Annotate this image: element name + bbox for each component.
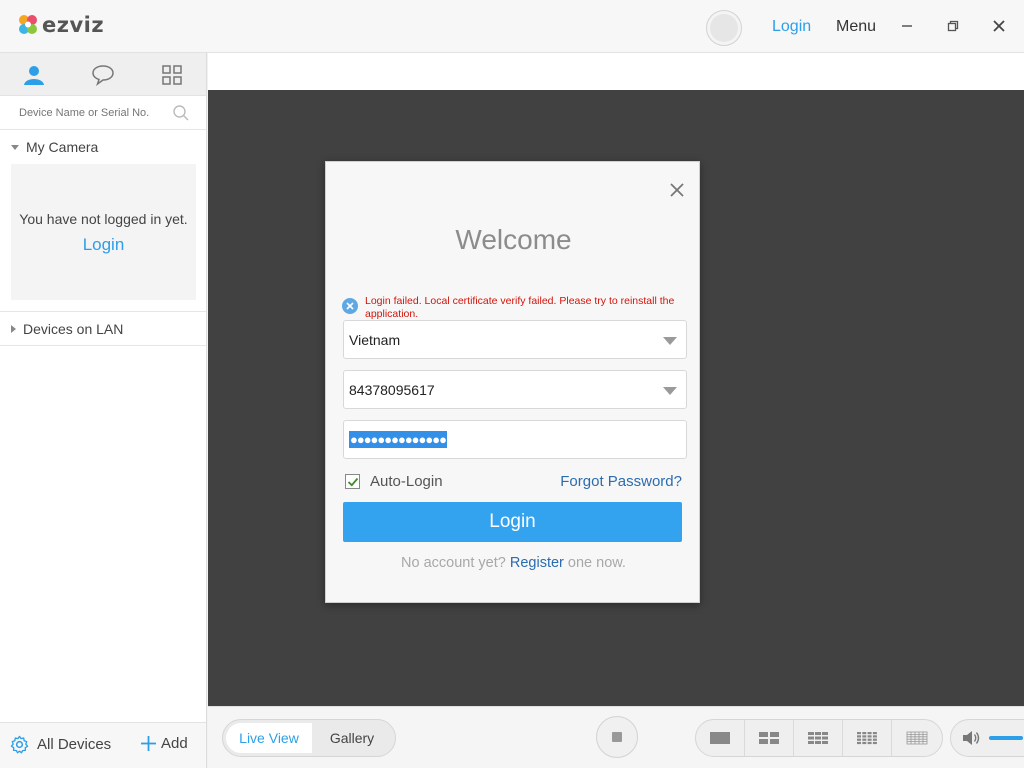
minimize-icon	[902, 25, 912, 27]
user-icon	[24, 65, 45, 85]
devices-on-lan-group[interactable]: Devices on LAN	[0, 312, 206, 346]
app-logo-text: ezviz	[42, 13, 105, 37]
volume-control[interactable]	[950, 719, 1024, 757]
app-logo: ezviz	[16, 13, 104, 37]
country-value: Vietnam	[349, 331, 401, 348]
tab-devices[interactable]	[0, 53, 69, 96]
dropdown-arrow-icon	[663, 337, 677, 345]
dropdown-arrow-icon	[663, 387, 677, 395]
titlebar-login-link[interactable]: Login	[772, 18, 811, 36]
not-logged-text: You have not logged in yet.	[19, 211, 188, 227]
sidebar: My Camera You have not logged in yet. Lo…	[0, 53, 207, 768]
password-input[interactable]: ●●●●●●●●●●●●●●	[343, 420, 687, 459]
auto-login-checkbox[interactable]	[345, 474, 360, 489]
gallery-tab[interactable]: Gallery	[312, 723, 392, 753]
dialog-close-button[interactable]	[669, 182, 687, 200]
volume-slider[interactable]	[989, 736, 1023, 740]
register-link[interactable]: Register	[510, 555, 564, 571]
caret-down-icon	[11, 144, 19, 150]
layout-sixteen-icon	[857, 732, 877, 745]
search-input[interactable]	[8, 103, 168, 123]
stop-icon	[612, 732, 622, 742]
register-prefix: No account yet?	[401, 555, 510, 571]
auto-login-option[interactable]: Auto-Login	[345, 473, 443, 490]
not-logged-panel: You have not logged in yet. Login	[11, 164, 196, 300]
dialog-title: Welcome	[455, 224, 572, 255]
my-camera-label: My Camera	[26, 139, 99, 155]
password-value: ●●●●●●●●●●●●●●	[349, 431, 447, 448]
close-window-button[interactable]	[990, 17, 1008, 35]
forgot-password-link[interactable]: Forgot Password?	[560, 473, 682, 490]
error-message: Login failed. Local certificate verify f…	[342, 295, 692, 321]
layout-4-button[interactable]	[745, 720, 794, 756]
tab-messages[interactable]	[69, 53, 138, 96]
sidebar-login-link[interactable]: Login	[83, 235, 125, 255]
register-suffix: one now.	[563, 555, 626, 571]
chat-bubble-icon	[92, 64, 114, 86]
account-value: 84378095617	[349, 381, 435, 398]
restore-button[interactable]	[944, 17, 962, 35]
login-button[interactable]: Login	[343, 502, 682, 542]
account-input[interactable]: 84378095617	[343, 370, 687, 409]
layout-nine-icon	[808, 732, 828, 744]
layout-selector	[695, 719, 943, 757]
main-header-strip	[208, 53, 1024, 90]
checkmark-icon	[347, 477, 358, 487]
live-view-tab[interactable]: Live View	[226, 723, 312, 753]
speaker-icon	[963, 731, 980, 745]
menu-button[interactable]: Menu	[836, 18, 876, 36]
gear-icon	[10, 735, 29, 754]
all-devices-label: All Devices	[37, 736, 112, 753]
layout-16-button[interactable]	[843, 720, 892, 756]
restore-icon	[947, 20, 959, 32]
grid-icon	[161, 64, 182, 85]
sidebar-tabs	[0, 53, 206, 96]
auto-login-label: Auto-Login	[370, 473, 443, 490]
error-text: Login failed. Local certificate verify f…	[365, 295, 675, 320]
close-icon	[670, 183, 684, 197]
layout-25-button[interactable]	[892, 720, 941, 756]
layout-single-icon	[710, 732, 730, 744]
minimize-button[interactable]	[898, 17, 916, 35]
layout-9-button[interactable]	[794, 720, 843, 756]
add-device-button[interactable]: Add	[140, 735, 188, 752]
caret-right-icon	[11, 324, 16, 333]
devices-on-lan-label: Devices on LAN	[23, 320, 124, 337]
plus-icon	[141, 736, 156, 751]
view-toggle: Live View Gallery	[222, 719, 396, 757]
ezviz-logo-icon	[16, 13, 40, 37]
bottom-toolbar: Live View Gallery	[208, 706, 1024, 768]
country-select[interactable]: Vietnam	[343, 320, 687, 359]
layout-quad-icon	[759, 732, 779, 744]
login-dialog: Welcome Login failed. Local certificate …	[325, 161, 700, 603]
my-camera-group[interactable]: My Camera	[0, 130, 206, 164]
layout-1-button[interactable]	[696, 720, 745, 756]
search-icon[interactable]	[172, 104, 190, 127]
close-icon	[993, 20, 1005, 32]
title-bar: ezviz Login Menu	[0, 0, 1024, 53]
avatar[interactable]	[706, 10, 742, 46]
tab-grid[interactable]	[137, 53, 206, 96]
add-label: Add	[161, 735, 188, 752]
sidebar-footer: All Devices Add	[0, 722, 206, 768]
stop-all-button[interactable]	[596, 716, 638, 758]
register-prompt: No account yet? Register one now.	[326, 555, 701, 571]
layout-twentyfive-icon	[906, 731, 927, 745]
device-search	[0, 96, 206, 130]
error-icon	[342, 298, 358, 314]
all-devices-button[interactable]: All Devices	[10, 735, 111, 754]
